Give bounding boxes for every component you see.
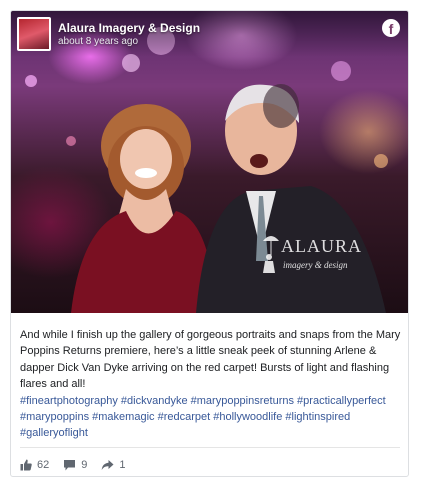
hashtag-link[interactable]: #hollywoodlife: [213, 411, 282, 423]
hashtag-link[interactable]: #galleryoflight: [20, 427, 88, 439]
post-header: Alaura Imagery & Design about 8 years ag…: [11, 11, 408, 57]
post-timestamp[interactable]: about 8 years ago: [58, 36, 138, 47]
hashtag-link[interactable]: #marypoppinsreturns: [191, 395, 294, 407]
umbrella-girl-icon: [263, 236, 279, 273]
watermark-logo: ALAURA imagery & design: [261, 233, 371, 283]
hashtag-link[interactable]: #makemagic: [92, 411, 154, 423]
avatar[interactable]: [17, 17, 51, 51]
post-text: And while I finish up the gallery of gor…: [20, 327, 401, 442]
watermark-subtitle: imagery & design: [283, 260, 348, 270]
post-photo[interactable]: ALAURA imagery & design Alaura Imagery &…: [11, 11, 408, 313]
post-footer: 62 9 1: [20, 455, 126, 475]
comments-stat[interactable]: 9: [63, 459, 87, 471]
shares-count: 1: [119, 459, 126, 471]
likes-stat[interactable]: 62: [20, 459, 49, 471]
facebook-post-card: ALAURA imagery & design Alaura Imagery &…: [10, 10, 409, 477]
thumbs-up-icon: [20, 459, 32, 471]
hashtag-link[interactable]: #redcarpet: [158, 411, 211, 423]
comment-bubble-icon: [64, 460, 76, 471]
share-arrow-icon: [102, 460, 114, 470]
post-body: And while I finish up the gallery of gor…: [20, 329, 401, 391]
hashtag-list: #fineartphotography #dickvandyke #marypo…: [20, 395, 386, 440]
watermark-title: ALAURA: [281, 236, 362, 256]
page-name[interactable]: Alaura Imagery & Design: [58, 21, 200, 35]
comments-count: 9: [81, 459, 88, 471]
hashtag-link[interactable]: #fineartphotography: [20, 395, 118, 407]
likes-count: 62: [37, 459, 50, 471]
hashtag-link[interactable]: #marypoppins: [20, 411, 89, 423]
hashtag-link[interactable]: #lightinspired: [285, 411, 350, 423]
shares-stat[interactable]: 1: [101, 459, 126, 471]
facebook-icon[interactable]: f: [382, 19, 400, 37]
footer-divider: [20, 447, 400, 448]
hashtag-link[interactable]: #practicallyperfect: [297, 395, 386, 407]
hashtag-link[interactable]: #dickvandyke: [121, 395, 188, 407]
